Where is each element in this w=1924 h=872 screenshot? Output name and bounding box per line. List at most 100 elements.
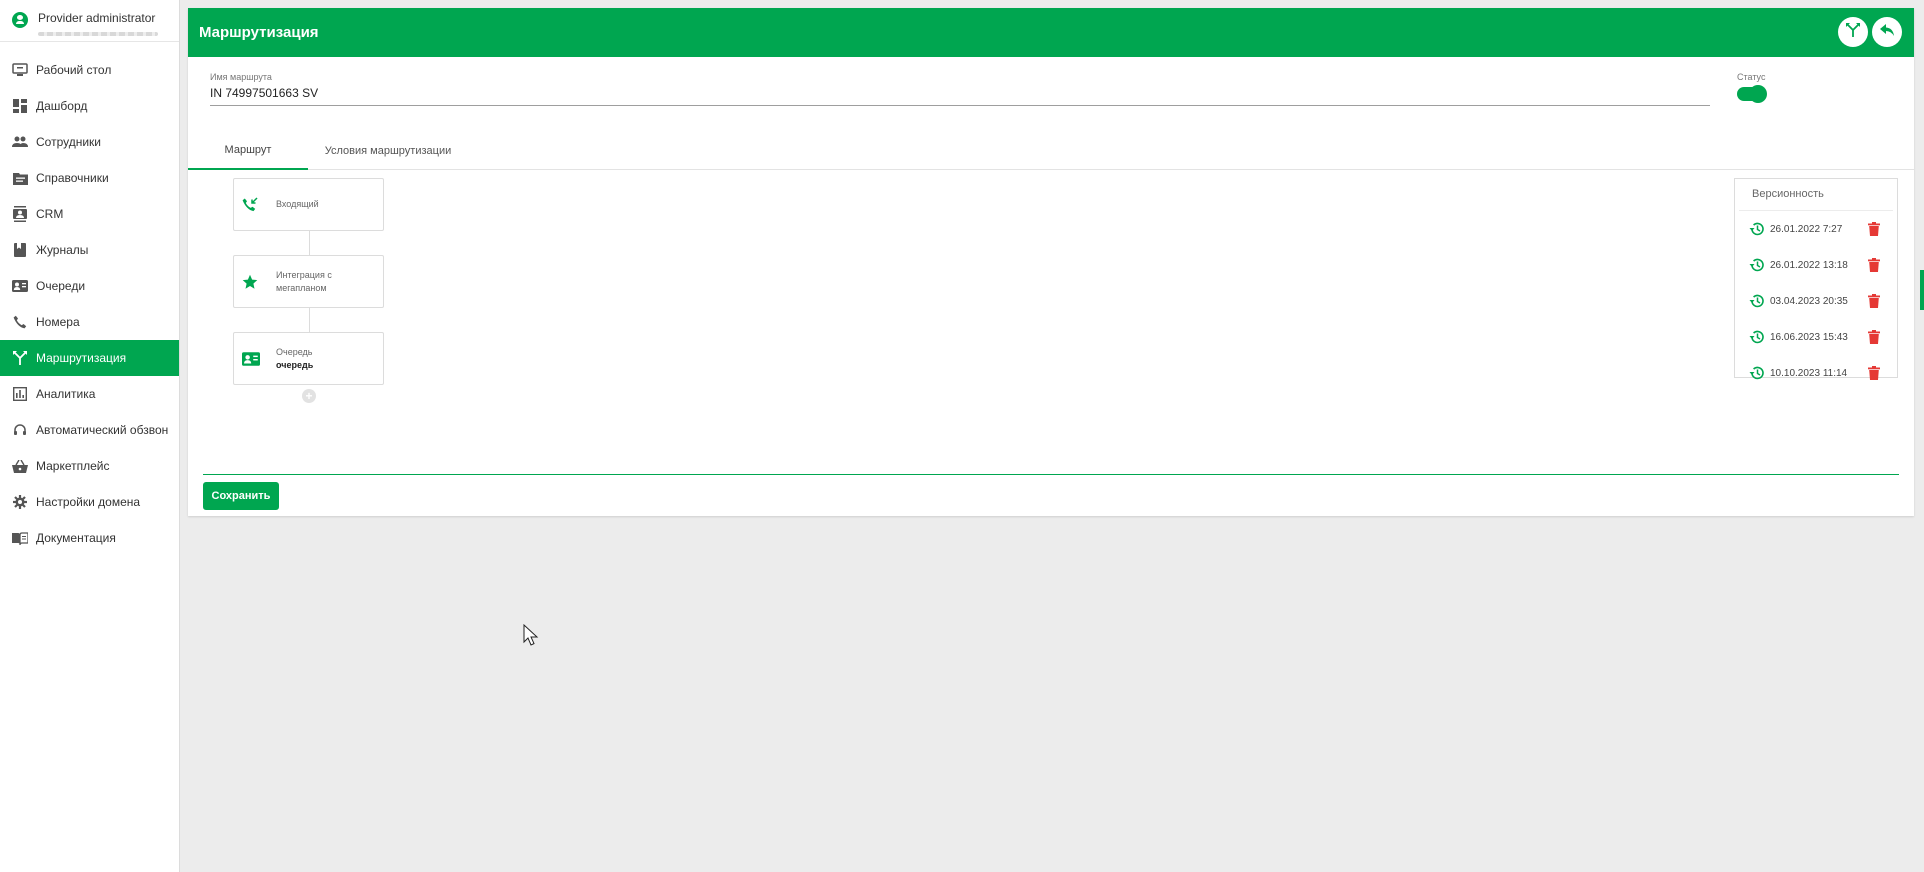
incoming-call-icon — [242, 196, 276, 213]
queue-card-icon — [242, 351, 276, 366]
dashboard-icon — [12, 98, 28, 114]
sidebar-item-label: Настройки домена — [36, 495, 141, 509]
flow-connector — [309, 231, 310, 255]
sidebar-item-marketplace[interactable]: Маркетплейс — [0, 448, 179, 484]
basket-icon — [12, 458, 28, 474]
sidebar-item-label: Автоматический обзвон — [36, 423, 169, 437]
book-icon — [12, 242, 28, 258]
status-label: Статус — [1737, 72, 1766, 82]
people-icon — [12, 134, 28, 150]
trash-icon[interactable] — [1868, 330, 1880, 344]
phone-icon — [12, 314, 28, 330]
sidebar-item-dashboard[interactable]: Дашборд — [0, 88, 179, 124]
sidebar-item-analytics[interactable]: Аналитика — [0, 376, 179, 412]
sidebar-nav: Рабочий стол Дашборд Сотрудники Справочн… — [0, 52, 179, 556]
version-date[interactable]: 03.04.2023 20:35 — [1770, 296, 1848, 307]
restore-history-icon — [1749, 294, 1764, 308]
star-icon — [242, 274, 276, 290]
headset-icon — [12, 422, 28, 438]
sidebar-item-documentation[interactable]: Документация — [0, 520, 179, 556]
sidebar-item-numbers[interactable]: Номера — [0, 304, 179, 340]
sidebar-item-journals[interactable]: Журналы — [0, 232, 179, 268]
user-name: Provider administrator — [38, 11, 156, 25]
sidebar-item-domain-settings[interactable]: Настройки домена — [0, 484, 179, 520]
sidebar-item-autodial[interactable]: Автоматический обзвон — [0, 412, 179, 448]
versions-panel: Версионность 26.01.2022 7:27 26.01.2022 … — [1734, 178, 1898, 380]
trash-icon[interactable] — [1868, 222, 1880, 236]
restore-history-icon — [1749, 258, 1764, 272]
sidebar-item-label: Аналитика — [36, 387, 96, 401]
flow-node-text: Очередь очередь — [276, 346, 313, 372]
trash-icon[interactable] — [1868, 366, 1880, 380]
reply-arrow-icon — [1880, 23, 1894, 41]
tab-routing-conditions[interactable]: Условия маршрутизации — [308, 132, 468, 170]
flow-node-sublabel: очередь — [276, 359, 314, 370]
status-field: Статус — [1737, 72, 1766, 102]
gear-icon — [12, 494, 28, 510]
sidebar-item-label: Номера — [36, 315, 80, 329]
version-row[interactable]: 26.01.2022 13:18 — [1735, 247, 1897, 283]
save-button[interactable]: Сохранить — [203, 482, 279, 510]
version-date[interactable]: 26.01.2022 7:27 — [1770, 224, 1842, 235]
restore-history-icon — [1749, 366, 1764, 380]
routing-action-button[interactable] — [1838, 17, 1868, 47]
flow-node-incoming[interactable]: Входящий — [233, 178, 384, 231]
footer-divider — [203, 474, 1899, 475]
version-date[interactable]: 26.01.2022 13:18 — [1770, 260, 1848, 271]
tab-route[interactable]: Маршрут — [188, 132, 308, 170]
flow-node-label: Очередь — [276, 346, 313, 357]
flow-node-label: Входящий — [276, 199, 319, 209]
sidebar-item-directories[interactable]: Справочники — [0, 160, 179, 196]
routing-icon — [1846, 22, 1860, 42]
flow-node-megaplan[interactable]: Интеграция с мегапланом — [233, 255, 384, 308]
back-button[interactable] — [1872, 17, 1902, 47]
flow-connector — [309, 308, 310, 332]
restore-history-icon — [1749, 222, 1764, 236]
sidebar-item-label: Очереди — [36, 279, 86, 293]
version-row[interactable]: 10.10.2023 11:14 — [1735, 355, 1897, 391]
sidebar-item-desktop[interactable]: Рабочий стол — [0, 52, 179, 88]
version-row[interactable]: 03.04.2023 20:35 — [1735, 283, 1897, 319]
flow-node-queue[interactable]: Очередь очередь — [233, 332, 384, 385]
sidebar-item-label: Сотрудники — [36, 135, 101, 149]
sidebar: Provider administrator Рабочий стол Дашб… — [0, 0, 180, 872]
sidebar-item-label: Дашборд — [36, 99, 88, 113]
version-date[interactable]: 10.10.2023 11:14 — [1770, 368, 1847, 379]
user-email-blurred — [38, 32, 158, 36]
page-title: Маршрутизация — [199, 24, 319, 41]
plus-icon: + — [305, 389, 313, 403]
folder-icon — [12, 170, 28, 186]
sidebar-item-routing[interactable]: Маршрутизация — [0, 340, 179, 376]
sidebar-item-employees[interactable]: Сотрудники — [0, 124, 179, 160]
version-row[interactable]: 16.06.2023 15:43 — [1735, 319, 1897, 355]
route-name-input[interactable]: IN 74997501663 SV — [210, 82, 1710, 106]
sidebar-item-label: Журналы — [36, 243, 89, 257]
documentation-icon — [12, 530, 28, 546]
queue-card-icon — [12, 278, 28, 294]
trash-icon[interactable] — [1868, 294, 1880, 308]
account-circle-icon — [12, 12, 28, 28]
routing-card: Маршрутизация Имя маршрута IN 7499750166… — [188, 8, 1914, 516]
sidebar-item-label: Маркетплейс — [36, 459, 110, 473]
mouse-cursor-icon — [523, 624, 539, 646]
version-row[interactable]: 26.01.2022 7:27 — [1735, 211, 1897, 247]
tabs: Маршрут Условия маршрутизации — [188, 132, 1914, 170]
status-toggle[interactable] — [1737, 86, 1766, 102]
route-name-label: Имя маршрута — [210, 72, 272, 82]
add-node-button[interactable]: + — [302, 389, 316, 403]
sidebar-item-label: Рабочий стол — [36, 63, 112, 77]
routing-icon — [12, 350, 28, 366]
side-panel-handle[interactable] — [1920, 270, 1924, 310]
route-name-field: Имя маршрута IN 74997501663 SV — [210, 72, 1710, 106]
sidebar-item-queues[interactable]: Очереди — [0, 268, 179, 304]
versions-title: Версионность — [1739, 179, 1893, 211]
sidebar-item-label: CRM — [36, 207, 64, 221]
desktop-icon — [12, 62, 28, 78]
version-date[interactable]: 16.06.2023 15:43 — [1770, 332, 1848, 343]
user-panel[interactable]: Provider administrator — [0, 0, 179, 42]
sidebar-item-label: Маршрутизация — [36, 351, 127, 365]
trash-icon[interactable] — [1868, 258, 1880, 272]
sidebar-item-crm[interactable]: CRM — [0, 196, 179, 232]
flow-node-label: Интеграция с мегапланом — [276, 269, 332, 293]
sidebar-item-label: Справочники — [36, 171, 109, 185]
